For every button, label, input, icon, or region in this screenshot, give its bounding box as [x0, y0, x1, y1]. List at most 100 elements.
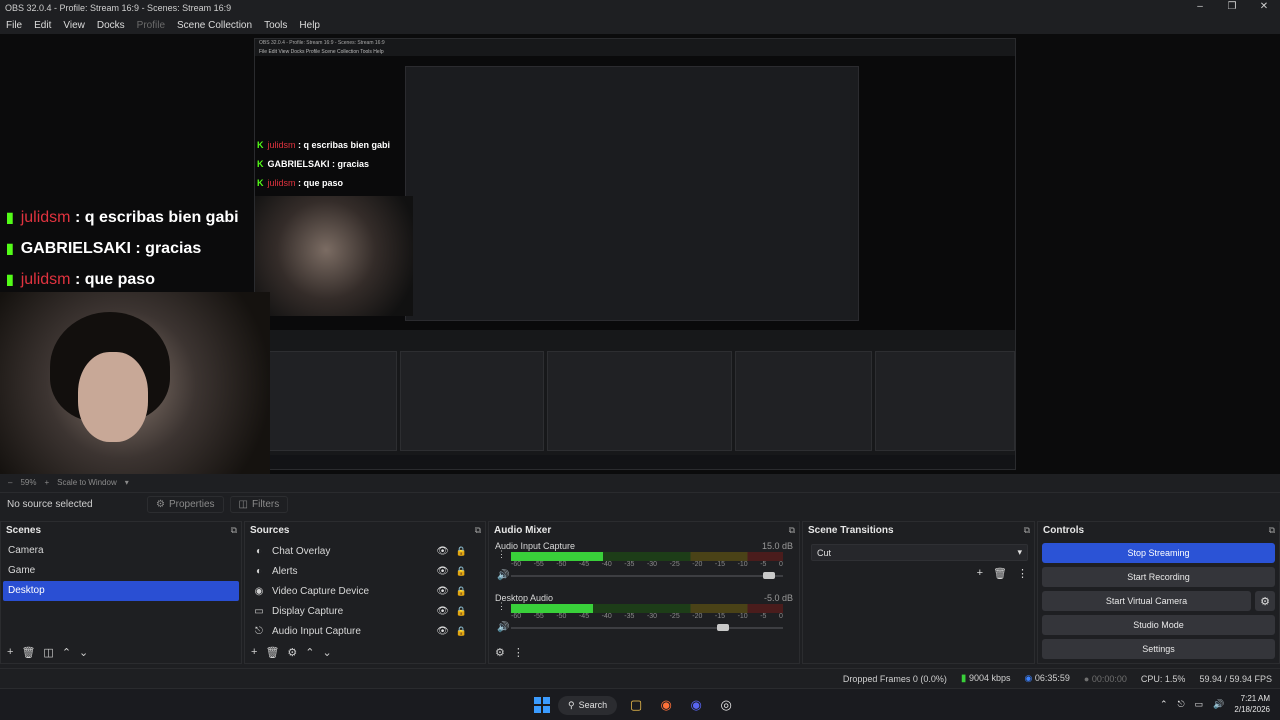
trash-icon[interactable]: 🗑 — [21, 646, 35, 659]
meter-tick-label: -55 — [533, 561, 544, 568]
source-item[interactable]: ▭ Display Capture 👁 🔒 — [247, 601, 483, 621]
chevron-up-icon[interactable]: ⌃ — [1160, 699, 1168, 710]
scene-item-camera[interactable]: Camera — [3, 541, 239, 561]
close-icon[interactable]: ✕ — [1248, 0, 1280, 16]
source-item[interactable]: ◉ Video Capture Device 👁 🔒 — [247, 581, 483, 601]
virtual-camera-settings-gear-icon[interactable]: ⚙ — [1255, 591, 1275, 611]
undock-icon[interactable]: ⧉ — [231, 525, 237, 536]
obs-icon[interactable]: ◎ — [715, 694, 737, 716]
cpu-usage: CPU: 1.5% — [1140, 673, 1186, 684]
volume-knob[interactable] — [716, 624, 729, 631]
menu-docks[interactable]: Docks — [91, 20, 131, 31]
filters-button[interactable]: ◫ Filters — [229, 496, 289, 513]
windows-start-icon[interactable] — [534, 697, 550, 713]
start-virtual-camera-button[interactable]: Start Virtual Camera — [1042, 591, 1251, 611]
move-up-icon[interactable]: ⌃ — [62, 646, 71, 659]
volume-icon[interactable]: 🔊 — [1213, 699, 1224, 710]
eye-icon[interactable]: 👁 — [436, 546, 449, 557]
undock-icon[interactable]: ⧉ — [475, 525, 481, 536]
mixer-channel: Audio Input Capture 15.0 dB ⋮ -60 -55 -50-… — [489, 539, 799, 591]
more-icon[interactable]: ⋮ — [497, 550, 506, 559]
webcam-feed — [0, 292, 270, 474]
zoom-level: 59% — [20, 477, 37, 487]
menu-tools[interactable]: Tools — [258, 20, 293, 31]
title-bar: OBS 32.0.4 - Profile: Stream 16:9 - Scen… — [0, 0, 1280, 16]
menu-file[interactable]: File — [0, 20, 28, 31]
zoom-in-icon[interactable]: + — [44, 478, 49, 487]
network-icon[interactable]: ▭ — [1195, 699, 1204, 710]
menu-profile[interactable]: Profile — [131, 20, 171, 31]
source-item[interactable]: ◐ Alerts 👁 🔒 — [247, 561, 483, 581]
filter-icon[interactable]: ◫ — [43, 646, 53, 659]
stop-streaming-button[interactable]: Stop Streaming — [1042, 543, 1275, 563]
move-down-icon[interactable]: ⌄ — [323, 646, 332, 659]
firefox-icon[interactable]: ◉ — [655, 694, 677, 716]
minimize-icon[interactable]: – — [1184, 0, 1216, 16]
menu-scene-collection[interactable]: Scene Collection — [171, 20, 258, 31]
eye-icon[interactable]: 👁 — [436, 606, 449, 617]
volume-slider[interactable] — [511, 572, 783, 579]
meter-tick-label: 0 — [778, 561, 783, 568]
transition-select[interactable]: Cut ▾ — [811, 544, 1028, 561]
controls-dock: Controls ⧉ Stop Streaming Start Recording… — [1037, 521, 1280, 664]
undock-icon[interactable]: ⧉ — [1024, 525, 1030, 536]
discord-icon[interactable]: ◉ — [685, 694, 707, 716]
lock-icon[interactable]: 🔒 — [456, 546, 467, 557]
source-item[interactable]: ⎋ Audio Input Capture 👁 🔒 — [247, 621, 483, 641]
speaker-icon[interactable]: 🔊 — [497, 570, 509, 581]
meter-tick-label: -40 — [601, 613, 612, 620]
lock-icon[interactable]: 🔒 — [456, 566, 467, 577]
microphone-icon[interactable]: ⎋ — [1178, 699, 1185, 710]
kick-icon: ▮ — [6, 271, 14, 287]
lock-icon[interactable]: 🔒 — [456, 606, 467, 617]
eye-icon[interactable]: 👁 — [436, 626, 449, 637]
scene-transitions-dock: Scene Transitions ⧉ Cut ▾ + 🗑 ⋮ — [802, 521, 1035, 664]
more-icon[interactable]: ⋮ — [1017, 567, 1028, 580]
trash-icon[interactable]: 🗑 — [265, 646, 279, 659]
meter-tick-label: -25 — [669, 561, 680, 568]
nested-preview-inner — [405, 66, 859, 321]
menu-edit[interactable]: Edit — [28, 20, 57, 31]
lock-icon[interactable]: 🔒 — [456, 586, 467, 597]
move-down-icon[interactable]: ⌄ — [79, 646, 88, 659]
add-icon[interactable]: + — [251, 646, 257, 658]
chat-user: julidsm — [20, 270, 71, 288]
add-icon[interactable]: + — [7, 646, 13, 658]
speaker-icon[interactable]: 🔊 — [497, 622, 509, 633]
studio-mode-button[interactable]: Studio Mode — [1042, 615, 1275, 635]
move-up-icon[interactable]: ⌃ — [305, 646, 314, 659]
volume-knob[interactable] — [762, 572, 775, 579]
eye-icon[interactable]: 👁 — [436, 566, 449, 577]
meter-tick-label: -45 — [578, 561, 590, 568]
trash-icon[interactable]: 🗑 — [993, 567, 1007, 580]
lock-icon[interactable]: 🔒 — [456, 626, 467, 637]
source-item[interactable]: ◐ Chat Overlay 👁 🔒 — [247, 541, 483, 561]
clock[interactable]: 7:21 AM 2/18/2026 — [1234, 693, 1270, 715]
volume-slider[interactable] — [511, 624, 783, 631]
source-toolbar: No source selected ⚙ Properties ◫ Filters — [0, 492, 1280, 516]
more-icon[interactable]: ⋮ — [497, 602, 506, 611]
scene-item-desktop[interactable]: Desktop — [3, 581, 239, 601]
scene-item-game[interactable]: Game — [3, 561, 239, 581]
chat-message: : que paso — [74, 270, 155, 288]
start-recording-button[interactable]: Start Recording — [1042, 567, 1275, 587]
advanced-audio-icon[interactable]: ⚙ — [495, 646, 505, 659]
file-explorer-icon[interactable]: ▢ — [625, 694, 647, 716]
scale-mode-select[interactable]: Scale to Window — [57, 478, 117, 487]
menu-help[interactable]: Help — [293, 20, 326, 31]
gear-icon[interactable]: ⚙ — [287, 646, 297, 659]
zoom-out-icon[interactable]: – — [8, 478, 12, 487]
preview-canvas[interactable]: OBS 32.0.4 - Profile: Stream 16:9 - Scen… — [0, 34, 1280, 474]
undock-icon[interactable]: ⧉ — [1269, 525, 1275, 536]
add-icon[interactable]: + — [977, 567, 983, 580]
settings-button[interactable]: Settings — [1042, 639, 1275, 659]
chevron-down-icon[interactable]: ▾ — [125, 478, 129, 487]
taskbar-search[interactable]: ⚲ Search — [558, 695, 618, 715]
more-icon[interactable]: ⋮ — [513, 646, 524, 659]
maximize-icon[interactable]: ❐ — [1216, 0, 1248, 16]
properties-button[interactable]: ⚙ Properties — [147, 496, 224, 513]
menu-view[interactable]: View — [57, 20, 91, 31]
meter-tick-label: -50 — [556, 613, 567, 620]
undock-icon[interactable]: ⧉ — [789, 525, 795, 536]
eye-icon[interactable]: 👁 — [436, 586, 449, 597]
